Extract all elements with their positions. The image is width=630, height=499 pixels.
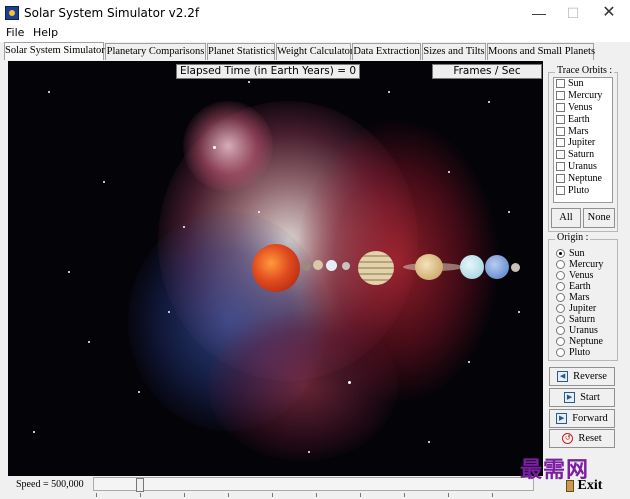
origin-uranus[interactable]: Uranus <box>556 325 598 336</box>
checkbox-icon[interactable] <box>556 185 565 195</box>
slider-tick <box>360 493 361 497</box>
origin-venus[interactable]: Venus <box>556 270 593 281</box>
minimize-button[interactable]: — <box>522 2 556 24</box>
trace-orbit-venus[interactable]: Venus <box>554 102 612 114</box>
slider-tick <box>492 493 493 497</box>
trace-orbit-earth[interactable]: Earth <box>554 113 612 125</box>
jupiter-body <box>358 251 394 285</box>
origin-title: Origin : <box>555 232 591 243</box>
radio-icon[interactable] <box>556 260 565 269</box>
slider-tick <box>140 493 141 497</box>
tab-moons-and-small-planets[interactable]: Moons and Small Planets <box>487 43 595 60</box>
checkbox-icon[interactable] <box>556 150 565 160</box>
checkbox-icon[interactable] <box>556 161 565 171</box>
slider-tick <box>184 493 185 497</box>
checkbox-icon[interactable] <box>556 138 565 148</box>
trace-orbit-jupiter[interactable]: Jupiter <box>554 137 612 149</box>
play-icon: ▶ <box>564 392 576 403</box>
venus-body <box>313 260 323 270</box>
start-button[interactable]: ▶ Start <box>549 388 615 407</box>
trace-orbit-mercury[interactable]: Mercury <box>554 90 612 102</box>
trace-orbit-sun[interactable]: Sun <box>554 78 612 90</box>
trace-orbits-title: Trace Orbits : <box>555 65 615 76</box>
origin-mercury[interactable]: Mercury <box>556 259 603 270</box>
radio-icon[interactable] <box>556 304 565 313</box>
trace-orbit-neptune[interactable]: Neptune <box>554 172 612 184</box>
origin-jupiter[interactable]: Jupiter <box>556 303 596 314</box>
speed-slider[interactable] <box>93 477 534 492</box>
elapsed-time-readout: Elapsed Time (in Earth Years) = 0 <box>176 64 360 79</box>
radio-icon[interactable] <box>556 271 565 280</box>
reverse-icon: ◀ <box>557 371 569 382</box>
mercury-body <box>302 262 311 271</box>
title-bar: Solar System Simulator v2.2f — ☐ ✕ <box>0 0 630 26</box>
slider-tick <box>228 493 229 497</box>
reset-icon: ↺ <box>562 433 574 444</box>
nebula-upper-knot <box>183 101 273 191</box>
nebula-lower-region <box>208 311 398 461</box>
forward-icon: ▶ <box>556 413 568 424</box>
pluto-body <box>511 263 520 272</box>
trace-orbit-mars[interactable]: Mars <box>554 125 612 137</box>
mars-body <box>342 262 350 270</box>
maximize-button[interactable]: ☐ <box>556 2 590 24</box>
earth-body <box>326 260 337 271</box>
select-none-orbits-button[interactable]: None <box>583 208 615 228</box>
slider-tick <box>272 493 273 497</box>
origin-neptune[interactable]: Neptune <box>556 336 603 347</box>
origin-pluto[interactable]: Pluto <box>556 347 590 358</box>
door-icon <box>565 480 574 492</box>
uranus-body <box>460 255 484 279</box>
reset-button[interactable]: ↺ Reset <box>549 429 615 448</box>
checkbox-icon[interactable] <box>556 79 565 89</box>
slider-tick <box>316 493 317 497</box>
radio-icon[interactable] <box>556 282 565 291</box>
slider-tick <box>448 493 449 497</box>
trace-orbit-uranus[interactable]: Uranus <box>554 161 612 173</box>
menu-file[interactable]: File <box>6 26 24 39</box>
sun-body <box>252 244 300 292</box>
slider-tick <box>96 493 97 497</box>
speed-label: Speed = 500,000 <box>16 479 84 490</box>
exit-button[interactable]: Exit <box>556 477 612 495</box>
checkbox-icon[interactable] <box>556 91 565 101</box>
frames-per-second-readout: Frames / Sec <box>432 64 542 79</box>
tab-sizes-and-tilts[interactable]: Sizes and Tilts <box>422 43 486 60</box>
tab-planetary-comparisons[interactable]: Planetary Comparisons <box>105 43 206 60</box>
tab-planet-statistics[interactable]: Planet Statistics <box>207 43 275 60</box>
checkbox-icon[interactable] <box>556 114 565 124</box>
reverse-button[interactable]: ◀ Reverse <box>549 367 615 386</box>
forward-button[interactable]: ▶ Forward <box>549 409 615 428</box>
radio-selected-icon[interactable] <box>556 249 565 258</box>
app-icon <box>5 6 19 20</box>
menu-bar: File Help <box>0 24 630 42</box>
origin-sun[interactable]: Sun <box>556 248 585 259</box>
checkbox-icon[interactable] <box>556 102 565 112</box>
radio-icon[interactable] <box>556 293 565 302</box>
checkbox-icon[interactable] <box>556 173 565 183</box>
origin-saturn[interactable]: Saturn <box>556 314 595 325</box>
origin-mars[interactable]: Mars <box>556 292 590 303</box>
tab-data-extraction[interactable]: Data Extraction <box>352 43 421 60</box>
speed-slider-thumb[interactable] <box>136 478 144 492</box>
tab-weight-calculator[interactable]: Weight Calculator <box>276 43 353 60</box>
trace-orbit-saturn[interactable]: Saturn <box>554 149 612 161</box>
trace-orbit-pluto[interactable]: Pluto <box>554 184 612 196</box>
radio-icon[interactable] <box>556 315 565 324</box>
slider-tick <box>404 493 405 497</box>
saturn-body <box>415 254 443 280</box>
radio-icon[interactable] <box>556 337 565 346</box>
radio-icon[interactable] <box>556 348 565 357</box>
simulation-canvas[interactable] <box>8 61 543 476</box>
window-title: Solar System Simulator v2.2f <box>24 6 200 20</box>
radio-icon[interactable] <box>556 326 565 335</box>
origin-earth[interactable]: Earth <box>556 281 591 292</box>
tab-solar-system-simulator[interactable]: Solar System Simulator <box>4 42 105 60</box>
close-button[interactable]: ✕ <box>592 2 626 24</box>
menu-help[interactable]: Help <box>33 26 58 39</box>
neptune-body <box>485 255 509 279</box>
checkbox-icon[interactable] <box>556 126 565 136</box>
trace-orbits-list: Sun Mercury Venus Earth Mars Jupiter Sat… <box>553 77 613 203</box>
select-all-orbits-button[interactable]: All <box>551 208 581 228</box>
